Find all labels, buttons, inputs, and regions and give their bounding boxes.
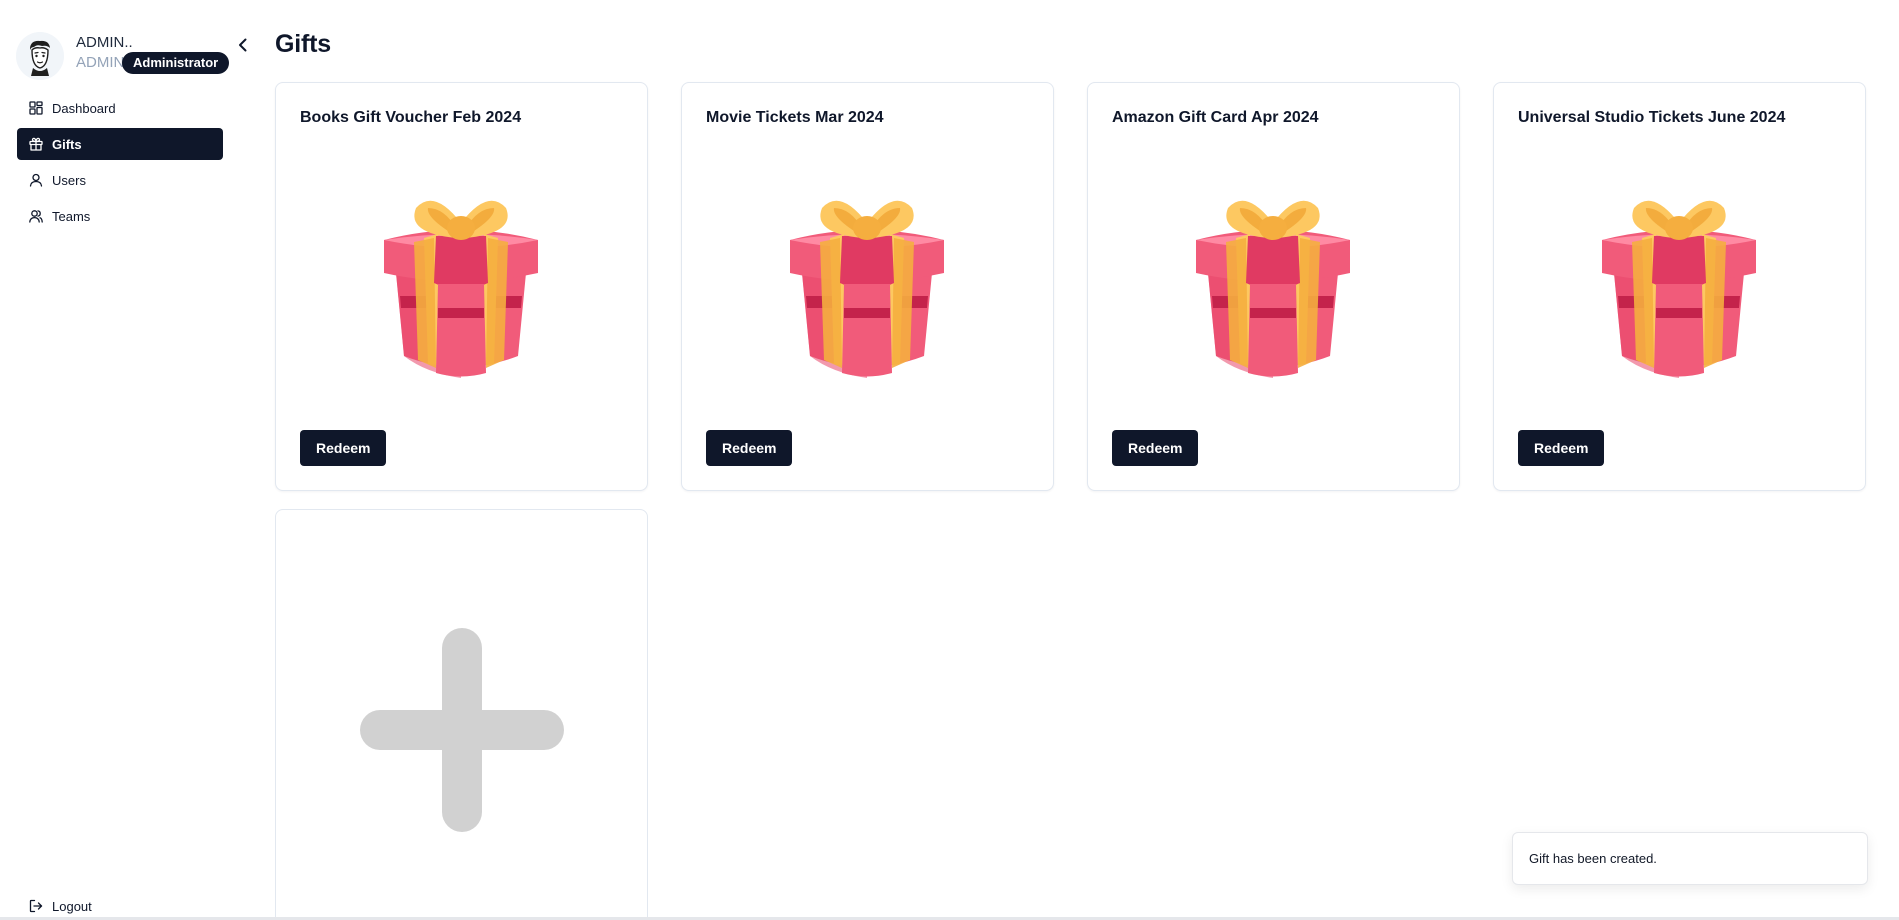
page-title: Gifts xyxy=(275,30,331,58)
sidebar-item-dashboard[interactable]: Dashboard xyxy=(17,92,223,124)
users-icon xyxy=(29,209,43,223)
sidebar: ADMIN.. ADMIN Administrator Dashboard Gi… xyxy=(0,0,247,920)
gift-card: Books Gift Voucher Feb 2024 Redeem xyxy=(275,82,648,491)
avatar xyxy=(16,32,64,80)
add-gift-card[interactable] xyxy=(275,509,648,920)
gift-title: Amazon Gift Card Apr 2024 xyxy=(1112,109,1319,126)
collapse-sidebar-button[interactable] xyxy=(232,34,254,56)
gift-icon xyxy=(29,137,43,151)
gift-box-icon xyxy=(1196,200,1350,378)
redeem-button[interactable]: Redeem xyxy=(1112,430,1199,466)
gift-title: Books Gift Voucher Feb 2024 xyxy=(300,109,522,126)
gift-card: Universal Studio Tickets June 2024 Redee… xyxy=(1493,82,1866,491)
sidebar-nav: Dashboard Gifts Users Teams xyxy=(17,92,223,236)
gift-box-image xyxy=(1168,178,1378,378)
gift-box-icon xyxy=(1602,200,1756,378)
user-name: ADMIN.. xyxy=(76,34,133,51)
logout-label: Logout xyxy=(52,898,92,914)
gift-box-image xyxy=(1574,178,1784,378)
user-profile: ADMIN.. ADMIN Administrator xyxy=(16,32,230,82)
gift-box-image xyxy=(356,178,566,378)
gift-box-icon xyxy=(384,200,538,378)
logout-button[interactable]: Logout xyxy=(17,890,223,920)
sidebar-item-label: Teams xyxy=(52,208,91,224)
sidebar-item-label: Gifts xyxy=(52,136,82,152)
sidebar-item-label: Users xyxy=(52,172,86,188)
dashboard-icon xyxy=(29,101,43,115)
sidebar-item-label: Dashboard xyxy=(52,100,116,116)
gift-box-image xyxy=(762,178,972,378)
gift-title: Movie Tickets Mar 2024 xyxy=(706,109,884,126)
sidebar-item-teams[interactable]: Teams xyxy=(17,200,223,232)
plus-icon xyxy=(360,628,564,832)
app-root: ADMIN.. ADMIN Administrator Dashboard Gi… xyxy=(0,0,1899,920)
role-badge: Administrator xyxy=(122,52,230,74)
redeem-button[interactable]: Redeem xyxy=(300,430,387,466)
redeem-button[interactable]: Redeem xyxy=(706,430,793,466)
redeem-button[interactable]: Redeem xyxy=(1518,430,1605,466)
sidebar-item-gifts[interactable]: Gifts xyxy=(17,128,223,160)
logout-icon xyxy=(29,899,43,913)
gift-title: Universal Studio Tickets June 2024 xyxy=(1518,109,1786,126)
gift-card: Amazon Gift Card Apr 2024 Redeem xyxy=(1087,82,1460,491)
gift-card: Movie Tickets Mar 2024 Redeem xyxy=(681,82,1054,491)
user-role: ADMIN xyxy=(76,54,125,71)
sidebar-item-users[interactable]: Users xyxy=(17,164,223,196)
chevron-left-icon xyxy=(239,38,247,52)
toast-message: Gift has been created. xyxy=(1529,851,1657,866)
toast-notification: Gift has been created. xyxy=(1512,832,1868,885)
user-icon xyxy=(29,173,43,187)
gift-box-icon xyxy=(790,200,944,378)
